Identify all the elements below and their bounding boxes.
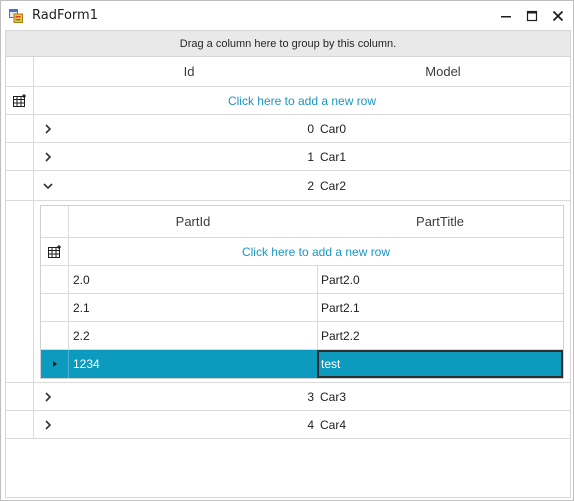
- chevron-right-icon: [45, 419, 52, 430]
- table-row[interactable]: 2 Car2: [6, 171, 570, 201]
- detail-indicator-cell: [6, 201, 34, 383]
- table-row[interactable]: 0 Car0: [6, 115, 570, 143]
- column-divider: [317, 294, 318, 321]
- add-new-row-link[interactable]: Click here to add a new row: [34, 87, 570, 114]
- table-row[interactable]: 1 Car1: [6, 143, 570, 171]
- minimize-icon: [501, 16, 511, 18]
- chevron-right-icon: [45, 391, 52, 402]
- child-add-new-row-link[interactable]: Click here to add a new row: [69, 238, 563, 265]
- table-row[interactable]: 4 Car4: [6, 411, 570, 439]
- expand-button[interactable]: [34, 115, 62, 142]
- child-new-row-indicator: [41, 238, 69, 265]
- cell-id[interactable]: 3: [62, 383, 316, 410]
- cell-model[interactable]: Car0: [320, 115, 570, 142]
- child-table-row[interactable]: 2.0 Part2.0: [41, 266, 563, 294]
- maximize-icon: [526, 10, 538, 22]
- child-grid[interactable]: PartId PartTitle Click here to add a new…: [40, 205, 564, 379]
- cell-part-id[interactable]: 2.0: [73, 266, 317, 293]
- expand-button[interactable]: [34, 383, 62, 410]
- column-divider: [317, 322, 318, 349]
- collapse-button[interactable]: [34, 171, 62, 200]
- row-indicator: [6, 383, 34, 410]
- current-row-arrow-icon: [52, 361, 57, 367]
- cell-id[interactable]: 2: [62, 171, 316, 200]
- close-button[interactable]: [545, 1, 571, 31]
- title-bar[interactable]: RadForm1: [1, 1, 573, 31]
- master-grid[interactable]: Drag a column here to group by this colu…: [5, 30, 571, 498]
- cell-id[interactable]: 1: [62, 143, 316, 170]
- row-indicator: [6, 411, 34, 438]
- cell-part-id[interactable]: 1234: [73, 350, 317, 378]
- cell-model[interactable]: Car1: [320, 143, 570, 170]
- header-row: Id Model: [6, 57, 570, 87]
- cell-id[interactable]: 4: [62, 411, 316, 438]
- child-table-row[interactable]: 2.2 Part2.2: [41, 322, 563, 350]
- window-title: RadForm1: [32, 8, 98, 23]
- child-header-row: PartId PartTitle: [41, 206, 563, 238]
- cell-id[interactable]: 0: [62, 115, 316, 142]
- column-header-model[interactable]: Model: [316, 57, 570, 86]
- row-indicator: [6, 115, 34, 142]
- column-divider: [317, 266, 318, 293]
- new-row[interactable]: Click here to add a new row: [6, 87, 570, 115]
- cell-model[interactable]: Car2: [320, 171, 570, 200]
- group-panel[interactable]: Drag a column here to group by this colu…: [6, 31, 570, 57]
- row-indicator: [6, 171, 34, 200]
- expand-button[interactable]: [34, 143, 62, 170]
- row-indicator: [41, 266, 69, 293]
- maximize-button[interactable]: [519, 1, 545, 31]
- table-row[interactable]: 3 Car3: [6, 383, 570, 411]
- column-header-part-id[interactable]: PartId: [69, 206, 317, 237]
- window: RadForm1 Drag a column here to group by …: [0, 0, 574, 501]
- child-grid-container: PartId PartTitle Click here to add a new…: [34, 201, 570, 383]
- header-indicator-cell: [6, 57, 34, 86]
- minimize-button[interactable]: [493, 1, 519, 31]
- cell-part-id[interactable]: 2.2: [73, 322, 317, 349]
- cell-part-id[interactable]: 2.1: [73, 294, 317, 321]
- cell-part-title[interactable]: Part2.0: [321, 266, 563, 293]
- child-new-row[interactable]: Click here to add a new row: [41, 238, 563, 266]
- add-row-icon: [47, 245, 61, 258]
- column-header-id[interactable]: Id: [62, 57, 316, 86]
- child-table-row-selected[interactable]: 1234 test: [41, 350, 563, 378]
- child-table-row[interactable]: 2.1 Part2.1: [41, 294, 563, 322]
- chevron-right-icon: [45, 151, 52, 162]
- new-row-indicator: [6, 87, 34, 114]
- chevron-down-icon: [43, 182, 53, 189]
- row-indicator: [41, 322, 69, 349]
- add-row-icon: [12, 94, 26, 107]
- cell-part-title[interactable]: Part2.2: [321, 322, 563, 349]
- app-form-icon: [9, 9, 23, 23]
- cell-model[interactable]: Car3: [320, 383, 570, 410]
- expand-button[interactable]: [34, 411, 62, 438]
- cell-part-title[interactable]: test: [321, 350, 563, 378]
- row-indicator: [6, 143, 34, 170]
- current-row-indicator: [41, 350, 69, 378]
- chevron-right-icon: [45, 123, 52, 134]
- child-header-indicator: [41, 206, 69, 237]
- cell-part-title[interactable]: Part2.1: [321, 294, 563, 321]
- cell-model[interactable]: Car4: [320, 411, 570, 438]
- close-icon: [552, 10, 564, 22]
- row-indicator: [41, 294, 69, 321]
- group-panel-text: Drag a column here to group by this colu…: [179, 37, 397, 50]
- column-header-part-title[interactable]: PartTitle: [317, 206, 563, 237]
